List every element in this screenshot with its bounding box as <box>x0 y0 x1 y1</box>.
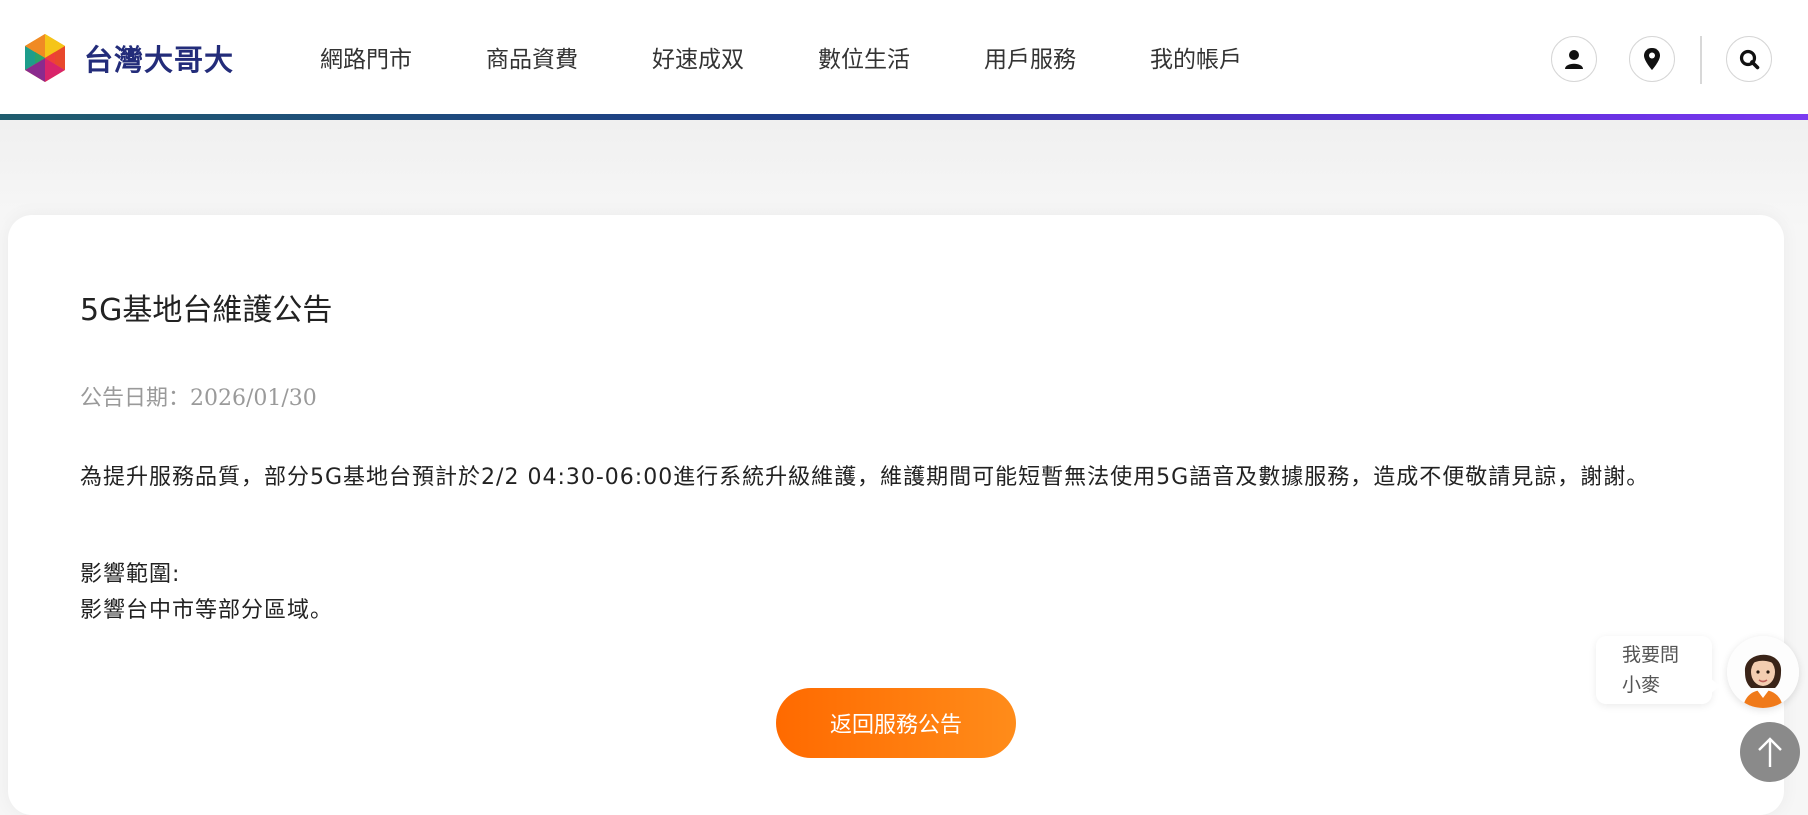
assistant-avatar-icon <box>1727 636 1799 708</box>
impact-scope-label: 影響範圍: <box>80 562 181 587</box>
user-icon <box>1565 50 1583 69</box>
announcement-body: 為提升服務品質，部分5G基地台預計於2/2 04:30-06:00進行系統升級維… <box>80 465 1650 490</box>
main-nav: 網路門市 商品資費 好速成双 數位生活 用戶服務 我的帳戶 <box>320 0 1316 114</box>
search-icon <box>1739 49 1760 70</box>
brand-name: 台灣大哥大 <box>84 43 235 77</box>
nav-item-speed-bundle[interactable]: 好速成双 <box>652 40 744 74</box>
chat-prompt-line2: 小麥 <box>1622 674 1661 696</box>
announcement-title: 5G基地台維護公告 <box>80 293 333 328</box>
arrow-up-icon <box>1758 737 1782 767</box>
nav-item-digital-life[interactable]: 數位生活 <box>818 40 910 74</box>
nav-item-user-service[interactable]: 用戶服務 <box>984 40 1076 74</box>
page-background-band <box>0 120 1808 230</box>
site-header: 台灣大哥大 網路門市 商品資費 好速成双 數位生活 用戶服務 我的帳戶 <box>0 0 1808 114</box>
chat-bubble-tail <box>1710 678 1720 694</box>
chatbot-avatar[interactable] <box>1727 636 1799 708</box>
account-button[interactable] <box>1551 36 1597 82</box>
chat-prompt-bubble[interactable]: 我要問 小麥 <box>1596 636 1712 704</box>
logo-mark-icon <box>25 34 65 82</box>
back-to-announcements-button[interactable]: 返回服務公告 <box>776 688 1016 758</box>
brand-logo[interactable]: 台灣大哥大 <box>20 33 234 83</box>
nav-item-products-plans[interactable]: 商品資費 <box>486 40 578 74</box>
announcement-date: 公告日期：2026/01/30 <box>80 386 317 411</box>
chat-prompt-line1: 我要問 <box>1622 644 1680 666</box>
header-divider <box>1700 36 1702 84</box>
back-to-top-button[interactable] <box>1740 722 1800 782</box>
impact-scope-text: 影響台中市等部分區域。 <box>80 598 334 623</box>
search-button[interactable] <box>1726 36 1772 82</box>
nav-item-my-account[interactable]: 我的帳戶 <box>1150 40 1242 74</box>
location-pin-icon <box>1644 48 1660 70</box>
store-locator-button[interactable] <box>1629 36 1675 82</box>
nav-item-online-store[interactable]: 網路門市 <box>320 40 412 74</box>
